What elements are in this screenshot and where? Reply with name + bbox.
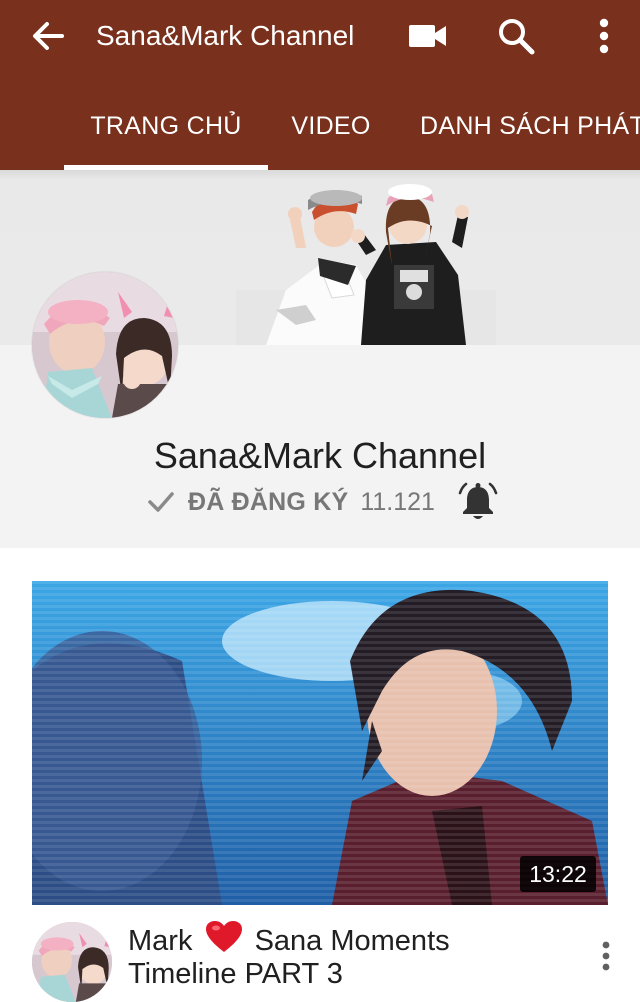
top-toolbar: Sana&Mark Channel (0, 0, 640, 72)
video-channel-avatar-image (32, 922, 112, 1002)
video-title-part-1: Mark (128, 925, 193, 957)
more-options-button[interactable] (578, 10, 630, 62)
arrow-back-icon (33, 22, 64, 50)
upload-video-button[interactable] (402, 10, 454, 62)
red-heart-icon (205, 921, 242, 952)
tab-home[interactable]: TRANG CHỦ (64, 96, 268, 170)
video-camera-icon (409, 25, 446, 47)
video-more-options-button[interactable] (586, 936, 626, 976)
app-bar: Sana&Mark Channel TRANG CHỦ VIDEO DANH S… (0, 0, 640, 170)
banner-artwork (236, 184, 496, 345)
notification-bell-icon (458, 482, 498, 519)
subscription-row: ĐÃ ĐĂNG KÝ 11.121 (146, 480, 499, 524)
video-title[interactable]: Mark Sana Moments Timeline PART 3 (128, 920, 568, 991)
channel-avatar-image (32, 272, 178, 418)
toolbar-title: Sana&Mark Channel (96, 20, 355, 51)
video-title-line-2: Timeline PART 3 (128, 958, 343, 990)
search-button[interactable] (490, 10, 542, 62)
check-icon (148, 492, 174, 512)
subscribed-label[interactable]: ĐÃ ĐĂNG KÝ (188, 488, 348, 517)
section-divider (0, 548, 640, 562)
channel-tabs: TRANG CHỦ VIDEO DANH SÁCH PHÁT (0, 96, 640, 170)
tab-playlists[interactable]: DANH SÁCH PHÁT (410, 96, 640, 170)
back-button[interactable] (24, 12, 72, 60)
tab-videos[interactable]: VIDEO (268, 96, 394, 170)
channel-name: Sana&Mark Channel (153, 435, 487, 476)
video-title-line-1: Mark Sana Moments (128, 920, 568, 958)
notification-bell-button[interactable] (457, 481, 499, 523)
channel-avatar[interactable] (32, 272, 178, 418)
video-duration: 13:22 (520, 856, 596, 892)
subscriber-count: 11.121 (360, 487, 435, 516)
video-title-part-2: Sana Moments (254, 925, 450, 957)
more-vert-icon (602, 941, 610, 971)
video-channel-avatar[interactable] (32, 922, 112, 1002)
subscribed-button[interactable] (146, 487, 176, 517)
more-vert-icon (599, 18, 609, 54)
search-icon (499, 19, 535, 55)
